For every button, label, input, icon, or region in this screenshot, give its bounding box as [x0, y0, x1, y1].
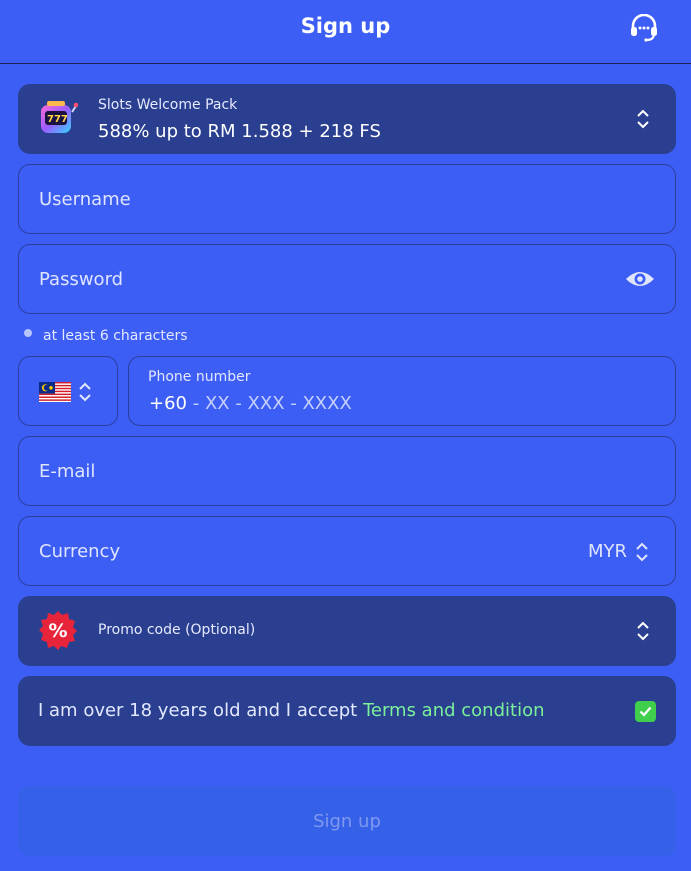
email-field[interactable]: E-mail — [18, 436, 676, 506]
terms-text: I am over 18 years old and I accept Term… — [38, 700, 545, 721]
promo-code-selector[interactable]: % Promo code (Optional) — [18, 596, 676, 666]
currency-value: MYR — [587, 541, 627, 562]
phone-label: Phone number — [148, 369, 251, 385]
terms-row: I am over 18 years old and I accept Term… — [18, 676, 676, 746]
currency-selector[interactable]: Currency MYR — [18, 516, 676, 586]
chevron-updown-icon — [79, 382, 91, 402]
phone-country-code: +60 — [149, 393, 187, 414]
chevron-updown-icon — [637, 621, 649, 641]
headset-icon — [631, 14, 657, 42]
signup-page: Sign up 777 Slots Welcome Pack 588% up t… — [0, 0, 691, 871]
username-field[interactable]: Username — [18, 164, 676, 234]
email-placeholder: E-mail — [39, 461, 96, 482]
svg-text:777: 777 — [47, 114, 68, 125]
bonus-value: 588% up to RM 1.588 + 218 FS — [98, 121, 381, 142]
password-field[interactable]: Password — [18, 244, 676, 314]
phone-field[interactable]: Phone number +60 - XX - XXX - XXXX — [128, 356, 676, 426]
svg-text:%: % — [48, 620, 67, 642]
terms-link[interactable]: Terms and condition — [363, 700, 545, 721]
malaysia-flag-icon — [39, 382, 71, 402]
country-code-selector[interactable] — [18, 356, 118, 426]
currency-label: Currency — [39, 541, 121, 562]
bonus-selector[interactable]: 777 Slots Welcome Pack 588% up to RM 1.5… — [18, 84, 676, 154]
terms-checkbox[interactable] — [635, 701, 656, 722]
support-button[interactable] — [626, 12, 662, 44]
chevron-updown-icon — [637, 109, 649, 129]
signup-submit-button[interactable]: Sign up — [18, 786, 676, 856]
header: Sign up — [0, 0, 691, 64]
terms-statement: I am over 18 years old and I accept — [38, 700, 363, 721]
check-icon — [639, 706, 652, 717]
eye-icon[interactable] — [625, 268, 655, 290]
password-placeholder: Password — [39, 269, 124, 290]
percent-badge-icon: % — [39, 611, 77, 650]
chevron-updown-icon — [636, 542, 648, 562]
bonus-title: Slots Welcome Pack — [98, 97, 238, 113]
promo-code-label: Promo code (Optional) — [98, 622, 256, 638]
phone-input[interactable]: +60 - XX - XXX - XXXX — [149, 393, 352, 414]
page-title: Sign up — [300, 14, 391, 38]
phone-mask: - XX - XXX - XXXX — [187, 393, 352, 414]
hint-bullet — [24, 329, 32, 337]
password-hint-text: at least 6 characters — [43, 328, 188, 344]
username-placeholder: Username — [39, 189, 131, 210]
password-hint: at least 6 characters — [24, 328, 188, 344]
slot-machine-icon: 777 — [41, 101, 78, 133]
